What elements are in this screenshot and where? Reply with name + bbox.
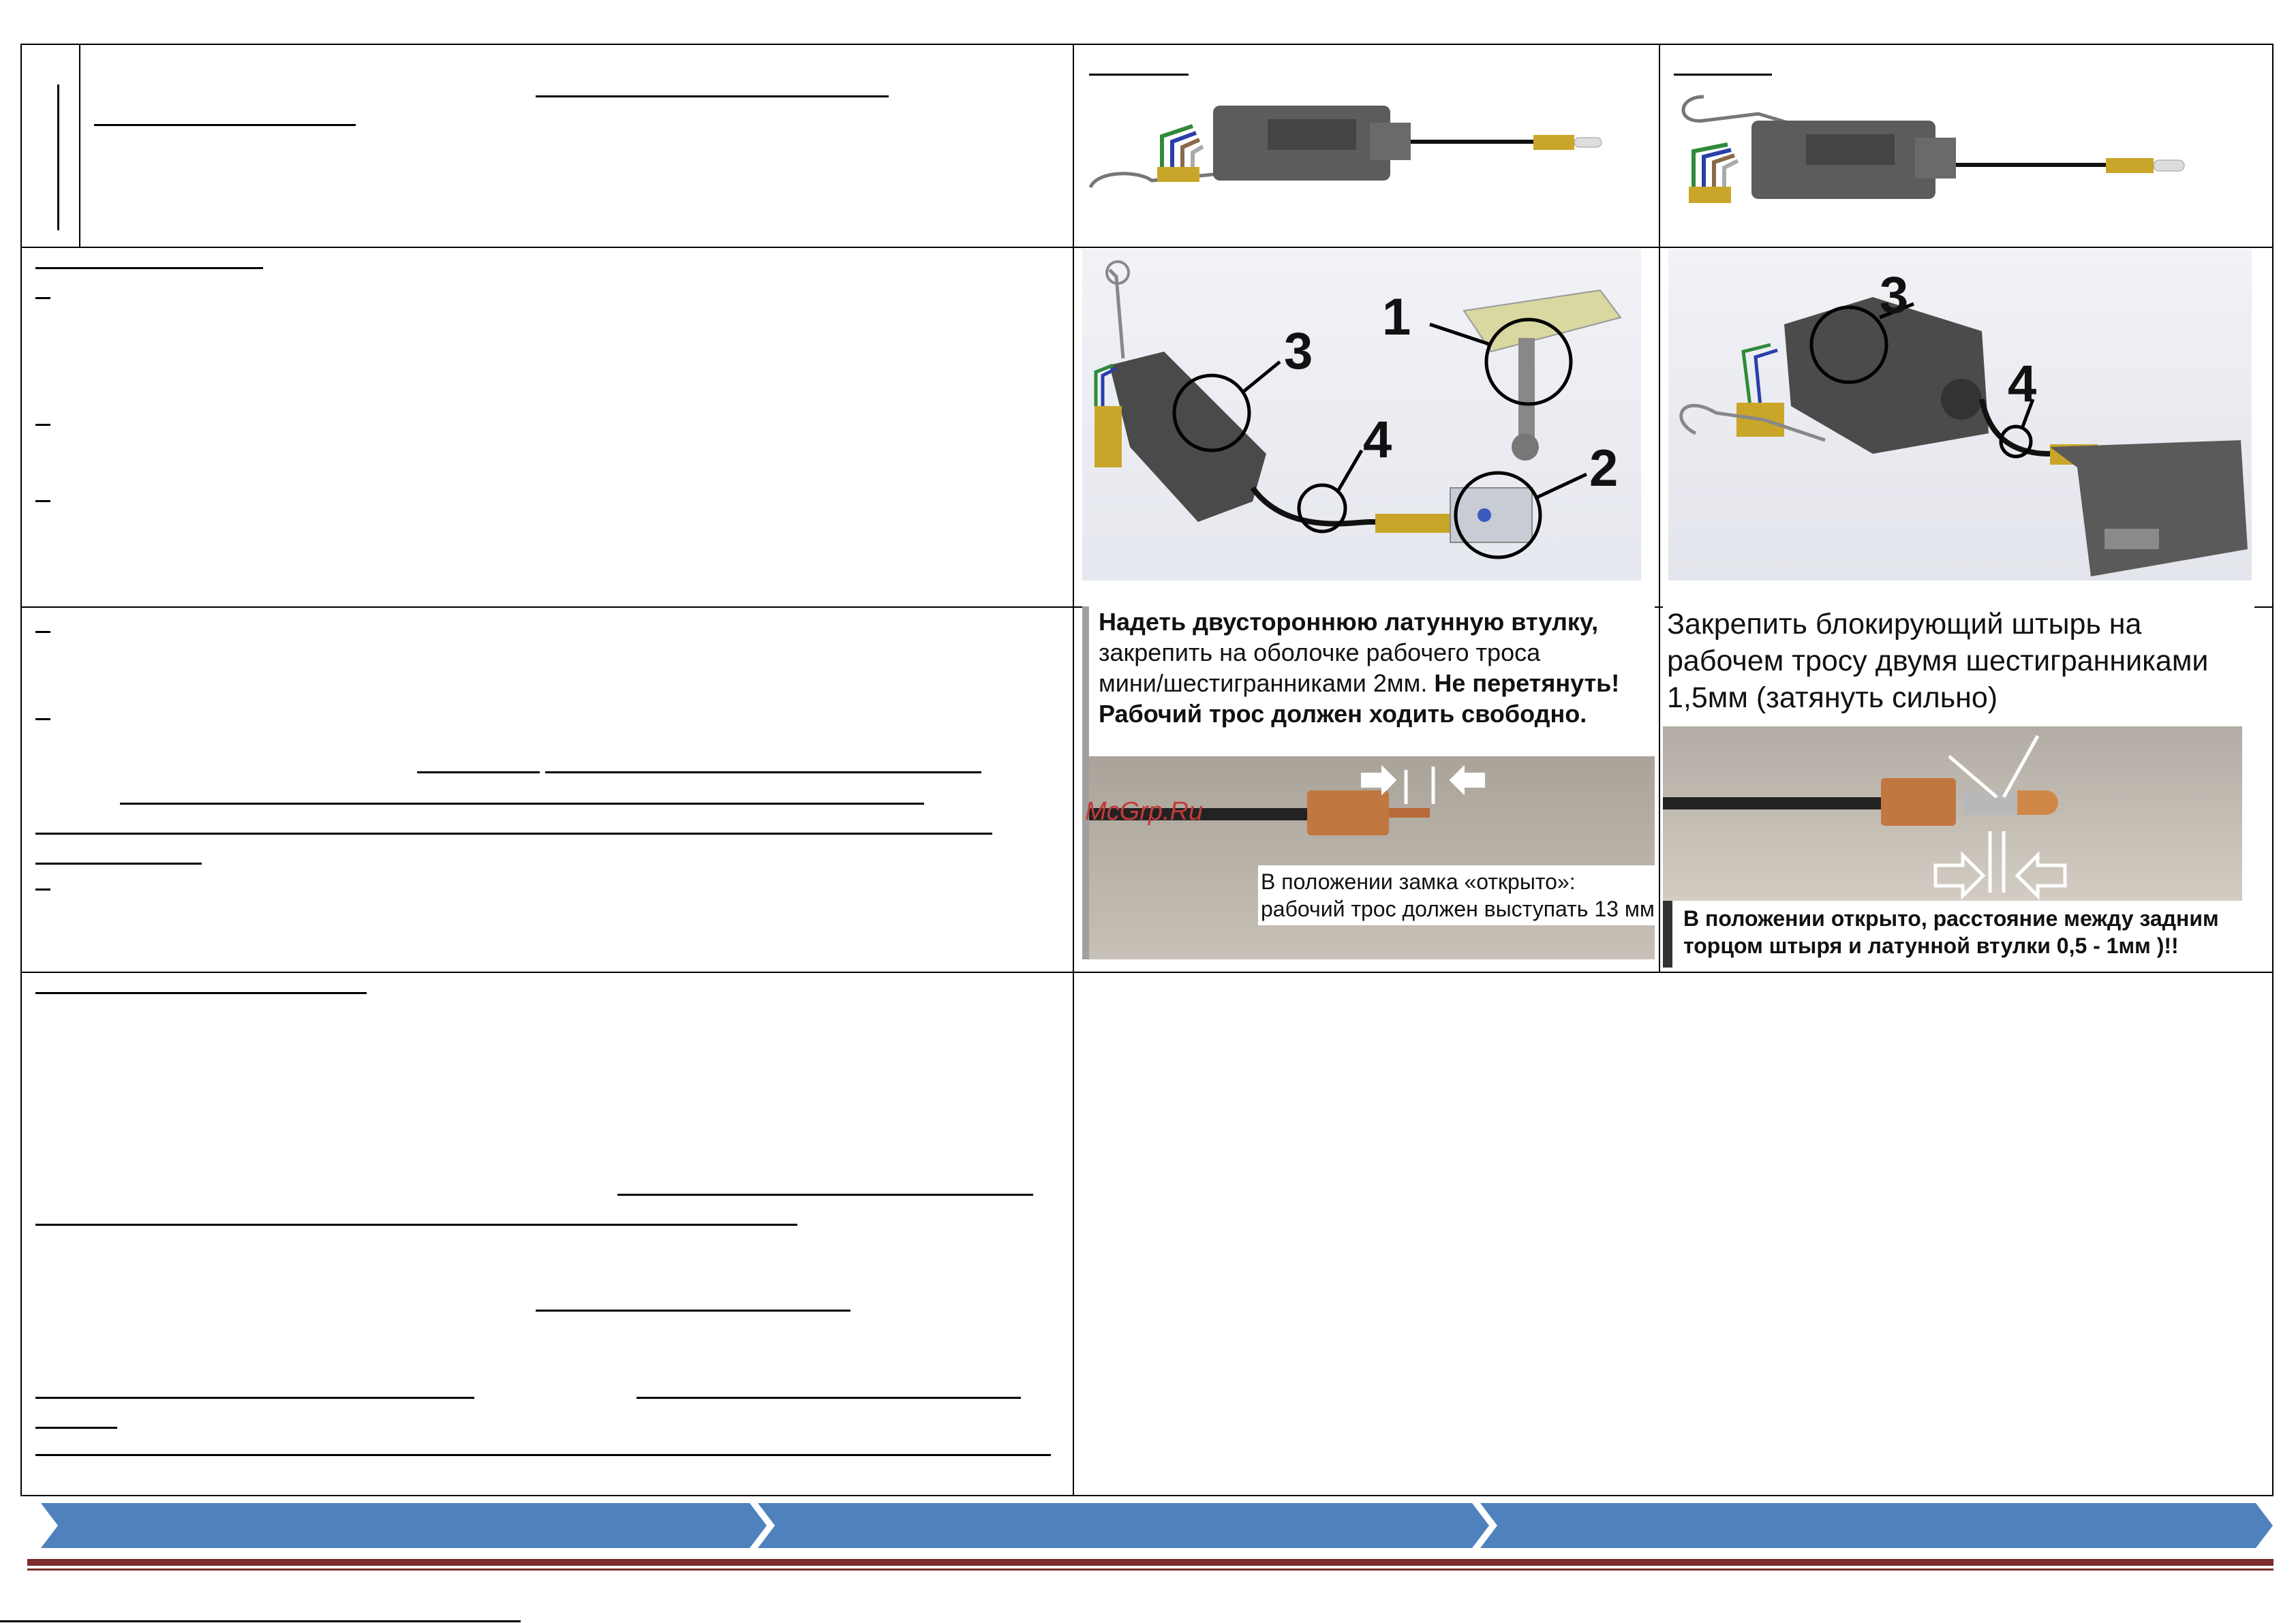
- column-divider: [1659, 45, 1660, 973]
- caption-text: В положении открыто, расстояние между за…: [1683, 906, 2219, 931]
- column-divider: [1073, 45, 1074, 1495]
- process-step-arrow: [758, 1503, 1489, 1548]
- text-underline: [35, 833, 992, 835]
- list-dash: [35, 500, 50, 502]
- cable-sleeve-photo: Надеть двустороннюю латунную втулку, зак…: [1082, 606, 1655, 959]
- column-divider: [79, 45, 80, 248]
- caption-text: рабочий трос должен выступать 13 мм: [1261, 897, 1655, 921]
- caption-text: закрепить на оболочке рабочего троса: [1099, 638, 1541, 666]
- process-arrow-bar: [41, 1503, 2273, 1548]
- callout-label-4: 4: [2008, 355, 2037, 413]
- callout-label-2: 2: [1589, 439, 1619, 497]
- text-underline: [35, 267, 263, 269]
- row-divider: [22, 247, 2272, 248]
- list-dash: [35, 718, 50, 720]
- installation-diagram: 3 4: [1668, 249, 2252, 581]
- text-underline: [120, 803, 924, 805]
- caption-text: В положении замка «открыто»:: [1261, 869, 1576, 894]
- cable-end: [1389, 808, 1430, 818]
- text-underline: [536, 1310, 851, 1312]
- text-underline: [417, 771, 540, 773]
- text-underline: [35, 992, 367, 994]
- text-underline: [617, 1194, 1033, 1196]
- text-underline: [1674, 74, 1772, 76]
- text-underline: [536, 95, 889, 97]
- callout-label-4: 4: [1363, 411, 1392, 469]
- footnote-rule: [0, 1620, 521, 1622]
- arrow-icon: [1361, 764, 1485, 804]
- callout-label-1: 1: [1382, 288, 1411, 346]
- text-underline: [35, 1427, 117, 1429]
- text-underline: [94, 124, 356, 126]
- text-underline: [35, 1397, 474, 1399]
- arrow-icon: [1933, 735, 2067, 901]
- callout-label-3: 3: [1880, 266, 1909, 324]
- list-dash: [35, 631, 50, 633]
- caption-text: Рабочий трос должен ходить свободно.: [1099, 700, 1587, 728]
- caption-text: Надеть двустороннюю латунную втулку,: [1099, 608, 1599, 636]
- installation-diagram-drawing: [1094, 260, 1622, 559]
- list-dash: [35, 297, 50, 299]
- photo-stripe: [1082, 606, 1089, 959]
- installation-diagram-drawing: [1679, 297, 2248, 576]
- list-dash: [35, 424, 50, 426]
- installation-diagram: 1 2 3 4: [1082, 249, 1641, 581]
- caption-box: В положении замка «открыто»: рабочий тро…: [1258, 865, 1655, 925]
- text-underline: [35, 1224, 797, 1226]
- caption-text: 1,5мм (затянуть сильно): [1667, 681, 1998, 714]
- watermark-text: McGrp.Ru: [1085, 797, 1204, 826]
- lock-actuator-image: [1681, 95, 2185, 203]
- text-underline: [35, 863, 202, 865]
- row-divider: [22, 972, 2272, 973]
- caption-text-row: мини/шестигранниками 2мм. Не перетянуть!: [1099, 668, 1619, 698]
- caption-text: Закрепить блокирующий штырь на: [1667, 608, 2142, 640]
- caption-text: торцом штыря и латунной втулки 0,5 - 1мм…: [1683, 933, 2179, 958]
- photo-stripe: [1663, 901, 1672, 968]
- footer-rule: [27, 1559, 2274, 1566]
- caption-text: Не перетянуть!: [1434, 669, 1620, 697]
- process-step-arrow: [41, 1503, 767, 1548]
- caption-text: мини/шестигранниками 2мм.: [1099, 669, 1435, 697]
- process-step-arrow: [1480, 1503, 2273, 1548]
- text-underline: [637, 1397, 1021, 1399]
- callout-label-3: 3: [1284, 322, 1313, 380]
- text-underline: [35, 1454, 1051, 1456]
- list-dash: [35, 888, 50, 891]
- caption-line: Закрепить блокирующий штырь на рабочем т…: [1667, 606, 2208, 716]
- caption-line: Надеть двустороннюю латунную втулку, зак…: [1099, 606, 1619, 729]
- text-underline: [545, 771, 981, 773]
- margin-bar: [57, 84, 59, 230]
- caption-box: В положении открыто, расстояние между за…: [1683, 905, 2219, 959]
- locking-pin-photo: Закрепить блокирующий штырь на рабочем т…: [1663, 606, 2254, 968]
- caption-text: рабочем тросу двумя шестигранниками: [1667, 644, 2209, 677]
- footer-rule-thin: [27, 1568, 2274, 1571]
- text-underline: [1089, 74, 1189, 76]
- lock-actuator-image: [1088, 106, 1602, 189]
